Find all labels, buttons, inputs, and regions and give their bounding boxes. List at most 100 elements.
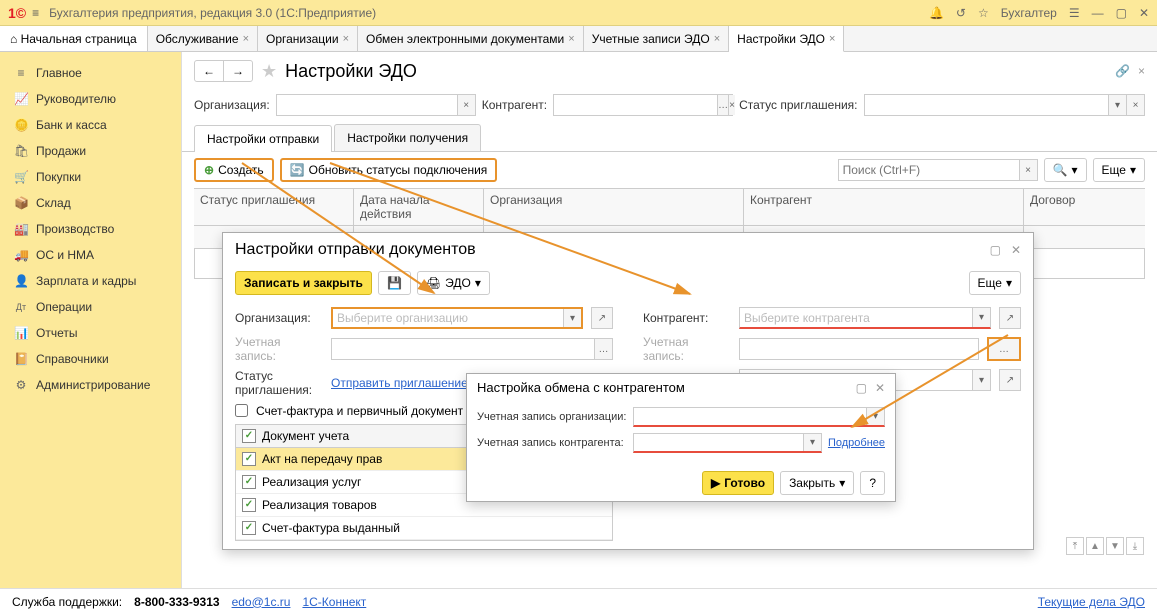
col-status[interactable]: Статус приглашения (194, 189, 354, 225)
checkbox-icon[interactable]: ✓ (242, 452, 256, 466)
tab-edo-accounts[interactable]: Учетные записи ЭДО× (584, 26, 729, 51)
check-all[interactable]: ✓ (242, 429, 256, 443)
save-button[interactable]: 💾 (378, 271, 411, 295)
link-icon[interactable]: 🔗 (1115, 64, 1130, 78)
status-filter-input[interactable]: ▾× (864, 94, 1145, 116)
search-input[interactable]: × (838, 159, 1038, 181)
col-ctr[interactable]: Контрагент (744, 189, 1024, 225)
sidebar-item-assets[interactable]: 🚚ОС и НМА (0, 242, 181, 268)
close-icon[interactable]: ✕ (1139, 6, 1149, 20)
clear-icon[interactable]: × (1019, 160, 1037, 180)
dropdown-icon[interactable]: ▾ (803, 434, 821, 451)
favorite-star-icon[interactable]: ★ (261, 61, 277, 82)
sidebar-item-reports[interactable]: 📊Отчеты (0, 320, 181, 346)
send-invite-link[interactable]: Отправить приглашение (331, 376, 468, 390)
clear-icon[interactable]: × (1126, 95, 1144, 115)
maximize-icon[interactable]: ▢ (856, 381, 867, 395)
tab-close-icon[interactable]: × (714, 33, 720, 45)
col-dog[interactable]: Договор (1024, 189, 1145, 225)
acct-input[interactable]: … (331, 338, 613, 360)
ctr-input[interactable]: ▾ (739, 307, 991, 329)
ctr-acct-input[interactable]: ▾ (633, 433, 822, 453)
details-link[interactable]: Подробнее (828, 437, 885, 449)
dropdown-icon[interactable]: ▾ (563, 309, 581, 327)
edo-tasks-link[interactable]: Текущие дела ЭДО (1038, 595, 1145, 609)
sidebar-item-admin[interactable]: ⚙Администрирование (0, 372, 181, 398)
scroll-bottom-icon[interactable]: ⤓ (1126, 537, 1144, 555)
sidebar-item-operations[interactable]: ДтОперации (0, 294, 181, 320)
clear-icon[interactable]: × (728, 95, 735, 115)
open-icon[interactable]: ↗ (999, 369, 1021, 391)
more-button-highlighted[interactable]: … (987, 337, 1021, 361)
menu-icon[interactable]: ☰ (1069, 6, 1080, 20)
maximize-icon[interactable]: ▢ (990, 243, 1001, 257)
open-icon[interactable]: ↗ (999, 307, 1021, 329)
ctr-acct-input[interactable] (739, 338, 979, 360)
col-org[interactable]: Организация (484, 189, 744, 225)
open-icon[interactable]: ↗ (591, 307, 613, 329)
tab-edoc-exchange[interactable]: Обмен электронными документами× (358, 26, 584, 51)
bell-icon[interactable]: 🔔 (929, 6, 944, 20)
checkbox-icon[interactable]: ✓ (242, 498, 256, 512)
tab-close-icon[interactable]: × (343, 33, 349, 45)
sidebar-item-manager[interactable]: 📈Руководителю (0, 86, 181, 112)
close-button[interactable]: Закрыть ▾ (780, 471, 854, 495)
close-icon[interactable]: ✕ (1011, 243, 1021, 257)
dropdown-icon[interactable]: ▾ (972, 308, 990, 327)
tab-close-icon[interactable]: × (568, 33, 574, 45)
star-icon[interactable]: ☆ (978, 6, 989, 20)
close-page-icon[interactable]: × (1138, 64, 1145, 78)
more-button[interactable]: Еще ▾ (969, 271, 1021, 295)
tab-edo-settings[interactable]: Настройки ЭДО× (729, 26, 844, 52)
scroll-down-icon[interactable]: ▼ (1106, 537, 1124, 555)
refresh-statuses-button[interactable]: 🔄Обновить статусы подключения (280, 158, 498, 182)
maximize-icon[interactable]: ▢ (1116, 6, 1127, 20)
create-button[interactable]: ⊕Создать (194, 158, 274, 182)
col-date[interactable]: Дата начала действия (354, 189, 484, 225)
close-icon[interactable]: ✕ (875, 381, 885, 395)
tab-close-icon[interactable]: × (829, 33, 835, 45)
tab-service[interactable]: Обслуживание× (148, 26, 258, 51)
save-and-close-button[interactable]: Записать и закрыть (235, 271, 372, 295)
clear-icon[interactable]: × (457, 95, 475, 115)
org-acct-input[interactable]: ▾ (633, 407, 885, 427)
sidebar-item-catalogs[interactable]: 📔Справочники (0, 346, 181, 372)
sf-checkbox[interactable] (235, 404, 248, 417)
doc-row[interactable]: ✓Счет-фактура выданный (236, 517, 612, 540)
back-button[interactable]: ← (195, 61, 224, 81)
checkbox-icon[interactable]: ✓ (242, 475, 256, 489)
org-filter-input[interactable]: × (276, 94, 476, 116)
sidebar-item-purchases[interactable]: 🛒Покупки (0, 164, 181, 190)
done-button[interactable]: ▶ Готово (702, 471, 774, 495)
tab-close-icon[interactable]: × (243, 33, 249, 45)
subtab-receive[interactable]: Настройки получения (334, 124, 481, 151)
dropdown-icon[interactable]: ▾ (866, 408, 884, 425)
dropdown-icon[interactable]: ▾ (972, 370, 990, 390)
connect-link[interactable]: 1С-Коннект (302, 595, 366, 609)
sidebar-item-sales[interactable]: 🛍Продажи (0, 138, 181, 164)
history-icon[interactable]: ↺ (956, 6, 966, 20)
sidebar-item-main[interactable]: ≡Главное (0, 60, 181, 86)
sidebar-item-production[interactable]: 🏭Производство (0, 216, 181, 242)
hamburger-icon[interactable]: ≡ (32, 6, 39, 20)
help-button[interactable]: ? (860, 471, 885, 495)
more-button[interactable]: Еще ▾ (1093, 158, 1145, 182)
tab-orgs[interactable]: Организации× (258, 26, 358, 51)
more-icon[interactable]: … (717, 95, 728, 115)
home-tab[interactable]: ⌂ Начальная страница (0, 26, 148, 51)
user-name[interactable]: Бухгалтер (1001, 6, 1057, 20)
sidebar-item-warehouse[interactable]: 📦Склад (0, 190, 181, 216)
forward-button[interactable]: → (224, 61, 252, 81)
search-button[interactable]: 🔍 ▾ (1044, 158, 1087, 182)
sidebar-item-hr[interactable]: 👤Зарплата и кадры (0, 268, 181, 294)
ctr-filter-input[interactable]: …× (553, 94, 733, 116)
scroll-up-icon[interactable]: ▲ (1086, 537, 1104, 555)
subtab-send[interactable]: Настройки отправки (194, 125, 332, 152)
org-input[interactable]: ▾ (331, 307, 583, 329)
sidebar-item-bank[interactable]: 🪙Банк и касса (0, 112, 181, 138)
more-icon[interactable]: … (594, 339, 612, 359)
support-email[interactable]: edo@1c.ru (232, 595, 291, 609)
minimize-icon[interactable]: — (1092, 6, 1104, 20)
scroll-top-icon[interactable]: ⤒ (1066, 537, 1084, 555)
checkbox-icon[interactable]: ✓ (242, 521, 256, 535)
